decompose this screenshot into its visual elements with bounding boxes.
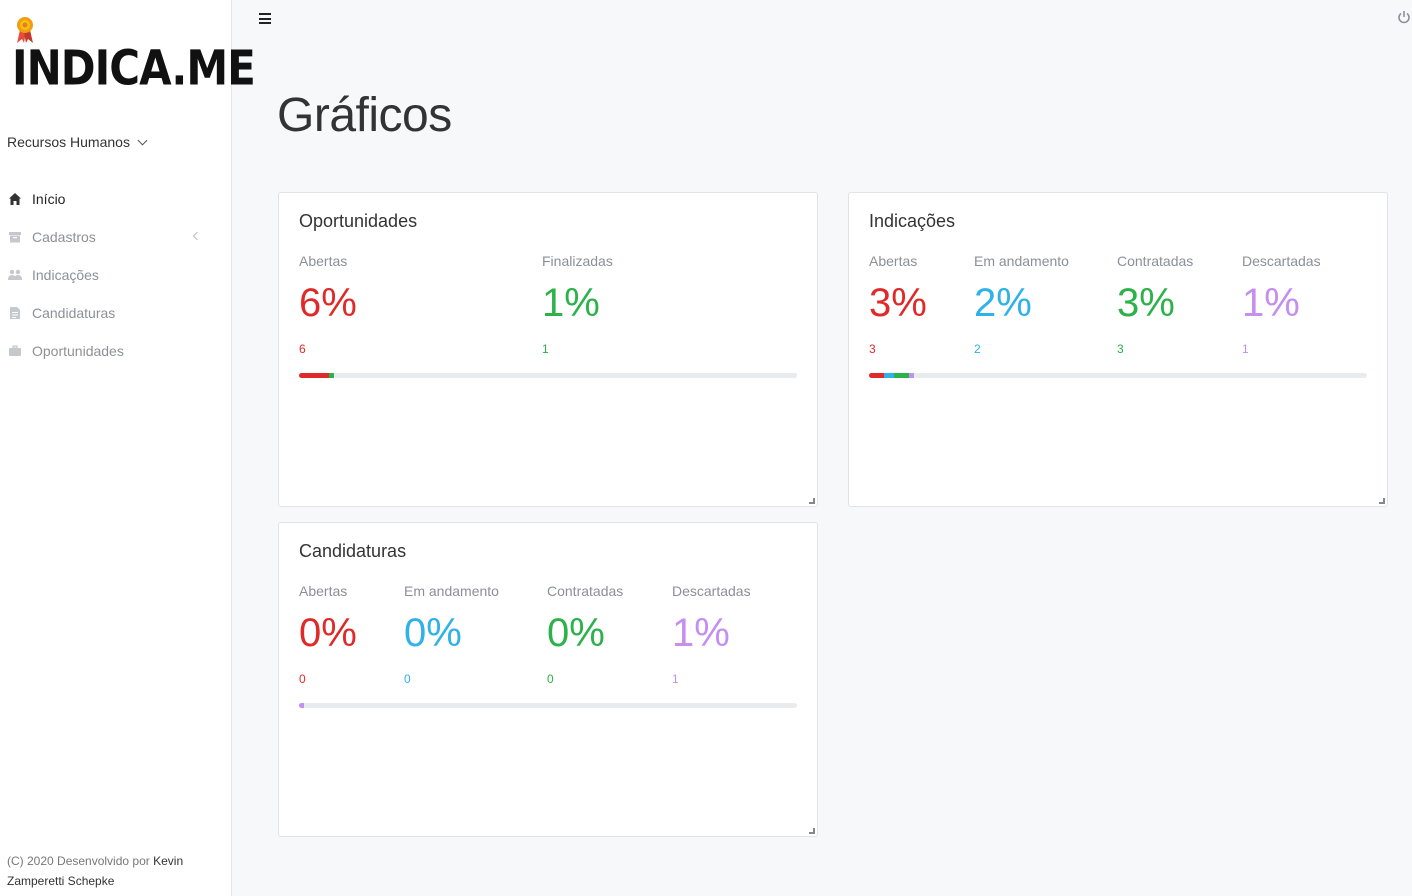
stat-label: Abertas [869, 253, 918, 269]
archive-icon [9, 232, 21, 243]
card-indicacoes: Indicações Abertas 3% 3 Em andamento 2% … [848, 192, 1388, 507]
page-title: Gráficos [277, 89, 452, 142]
stat-percent: 1% [542, 281, 600, 325]
stat-percent: 0% [547, 611, 605, 655]
users-icon [8, 269, 22, 280]
stat-label: Contratadas [547, 583, 624, 599]
card-title: Indicações [869, 211, 956, 231]
card-title: Candidaturas [299, 541, 407, 561]
stat-percent: 3% [869, 281, 927, 325]
briefcase-icon [9, 345, 21, 356]
footer: (C) 2020 Desenvolvido por Kevin Zamperet… [7, 851, 217, 891]
footer-text: (C) 2020 Desenvolvido por [7, 854, 150, 868]
stat-em-andamento: Em andamento 0% 0 [404, 583, 499, 686]
stat-count: 1 [672, 672, 679, 686]
sidebar-item-inicio[interactable]: Início [0, 180, 231, 218]
stat-contratadas: Contratadas 3% 3 [1117, 253, 1193, 356]
logo[interactable]: INDICA.ME [10, 16, 256, 92]
progress-segment [328, 373, 334, 378]
progress-segment [299, 703, 304, 708]
stat-count: 0 [404, 672, 411, 686]
stat-abertas: Abertas 6% 6 [299, 253, 357, 356]
sidebar-item-label: Indicações [32, 267, 99, 283]
power-icon[interactable] [1397, 10, 1411, 24]
stat-contratadas: Contratadas 0% 0 [547, 583, 623, 686]
stat-count: 3 [869, 342, 876, 356]
chevron-down-icon [137, 135, 148, 145]
stat-percent: 2% [974, 281, 1032, 325]
stat-percent: 0% [404, 611, 462, 655]
progress-segment [883, 373, 894, 378]
sidebar: INDICA.ME Recursos Humanos Início Cadast… [0, 0, 256, 896]
stat-label: Finalizadas [542, 253, 613, 269]
sidebar-item-indicacoes[interactable]: Indicações [0, 256, 231, 294]
stat-percent: 1% [672, 611, 730, 655]
role-selector[interactable]: Recursos Humanos [7, 134, 148, 150]
stat-em-andamento: Em andamento 2% 2 [974, 253, 1069, 356]
role-selector-label: Recursos Humanos [7, 134, 130, 150]
resize-handle-icon[interactable] [809, 498, 815, 504]
chevron-left-icon [192, 231, 202, 241]
progress-bar [299, 703, 797, 708]
resize-handle-icon[interactable] [1379, 498, 1385, 504]
stat-percent: 3% [1117, 281, 1175, 325]
sidebar-item-cadastros[interactable]: Cadastros [0, 218, 231, 256]
stat-count: 1 [542, 342, 549, 356]
stat-percent: 6% [299, 281, 357, 325]
stat-label: Contratadas [1117, 253, 1194, 269]
sidebar-item-candidaturas[interactable]: Candidaturas [0, 294, 231, 332]
stat-label: Em andamento [404, 583, 499, 599]
menu-toggle-icon[interactable] [259, 13, 271, 24]
stat-count: 1 [1242, 342, 1249, 356]
stat-label: Em andamento [974, 253, 1069, 269]
stat-count: 6 [299, 342, 306, 356]
stat-count: 3 [1117, 342, 1124, 356]
stat-descartadas: Descartadas 1% 1 [1242, 253, 1321, 356]
sidebar-item-label: Oportunidades [32, 343, 124, 359]
card-title: Oportunidades [299, 211, 418, 231]
file-icon [10, 307, 20, 319]
stat-abertas: Abertas 3% 3 [869, 253, 927, 356]
sidebar-nav: Início Cadastros Indicações Candidaturas… [0, 180, 231, 370]
progress-bar [869, 373, 1367, 378]
progress-segment [893, 373, 909, 378]
resize-handle-icon[interactable] [809, 828, 815, 834]
stat-abertas: Abertas 0% 0 [299, 583, 357, 686]
card-oportunidades: Oportunidades Abertas 6% 6 Finalizadas 1… [278, 192, 818, 507]
stat-count: 0 [299, 672, 306, 686]
sidebar-item-label: Candidaturas [32, 305, 116, 321]
progress-segment [908, 373, 914, 378]
progress-segment [869, 373, 884, 378]
card-candidaturas: Candidaturas Abertas 0% 0 Em andamento 0… [278, 522, 818, 837]
sidebar-item-label: Cadastros [32, 229, 96, 245]
progress-bar [299, 373, 797, 378]
stat-count: 0 [547, 672, 554, 686]
logo-text: INDICA.ME [12, 39, 256, 96]
home-icon [9, 193, 21, 205]
sidebar-item-label: Início [32, 191, 66, 207]
stat-label: Descartadas [1242, 253, 1321, 269]
stat-finalizadas: Finalizadas 1% 1 [542, 253, 613, 356]
stat-label: Abertas [299, 583, 348, 599]
stat-count: 2 [974, 342, 981, 356]
stat-percent: 1% [1242, 281, 1300, 325]
stat-label: Abertas [299, 253, 348, 269]
stat-label: Descartadas [672, 583, 751, 599]
stat-descartadas: Descartadas 1% 1 [672, 583, 751, 686]
progress-segment [299, 373, 329, 378]
stat-percent: 0% [299, 611, 357, 655]
sidebar-item-oportunidades[interactable]: Oportunidades [0, 332, 231, 370]
